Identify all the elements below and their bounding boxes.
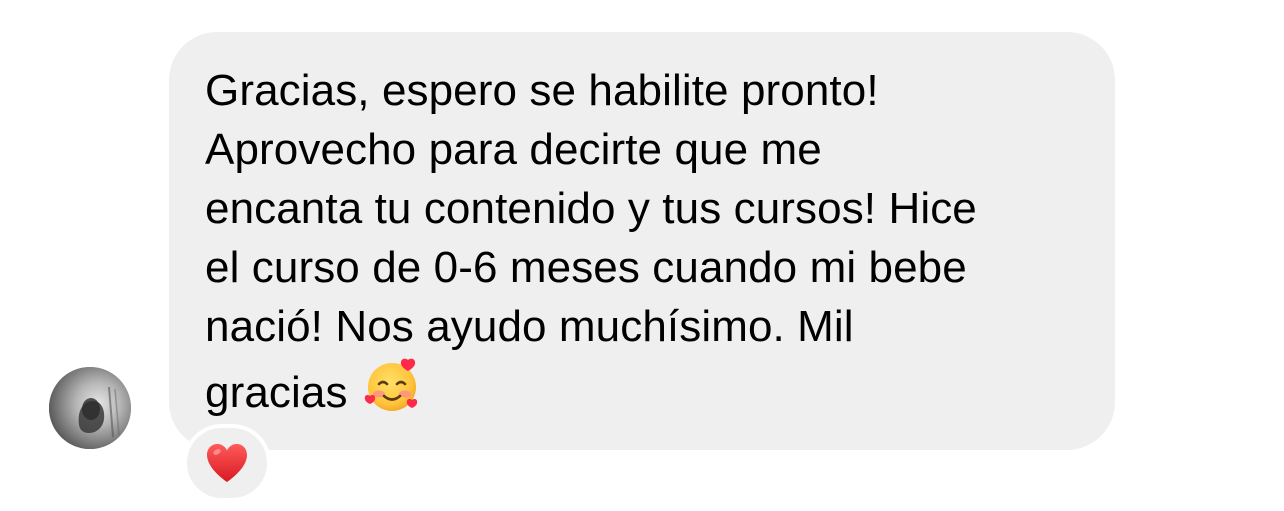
message-line-text: gracias [205, 368, 348, 417]
avatar[interactable] [49, 367, 131, 449]
message-line: encanta tu contenido y tus cursos! Hice [205, 184, 977, 233]
reaction-badge[interactable] [183, 424, 271, 502]
message-line: Gracias, espero se habilite pronto! [205, 66, 879, 115]
message-bubble[interactable]: Gracias, espero se habilite pronto! Apro… [169, 32, 1115, 450]
message-line: Aprovecho para decirte que me [205, 125, 822, 174]
avatar-photo [49, 367, 131, 449]
red-heart-icon [207, 444, 247, 482]
message-line: nació! Nos ayudo muchísimo. Mil [205, 302, 854, 351]
dm-thread: Gracias, espero se habilite pronto! Apro… [0, 0, 1284, 511]
message-last-line: gracias [205, 356, 1079, 422]
smiling-face-with-hearts-icon [364, 358, 417, 411]
message-line: el curso de 0-6 meses cuando mi bebe [205, 243, 967, 292]
